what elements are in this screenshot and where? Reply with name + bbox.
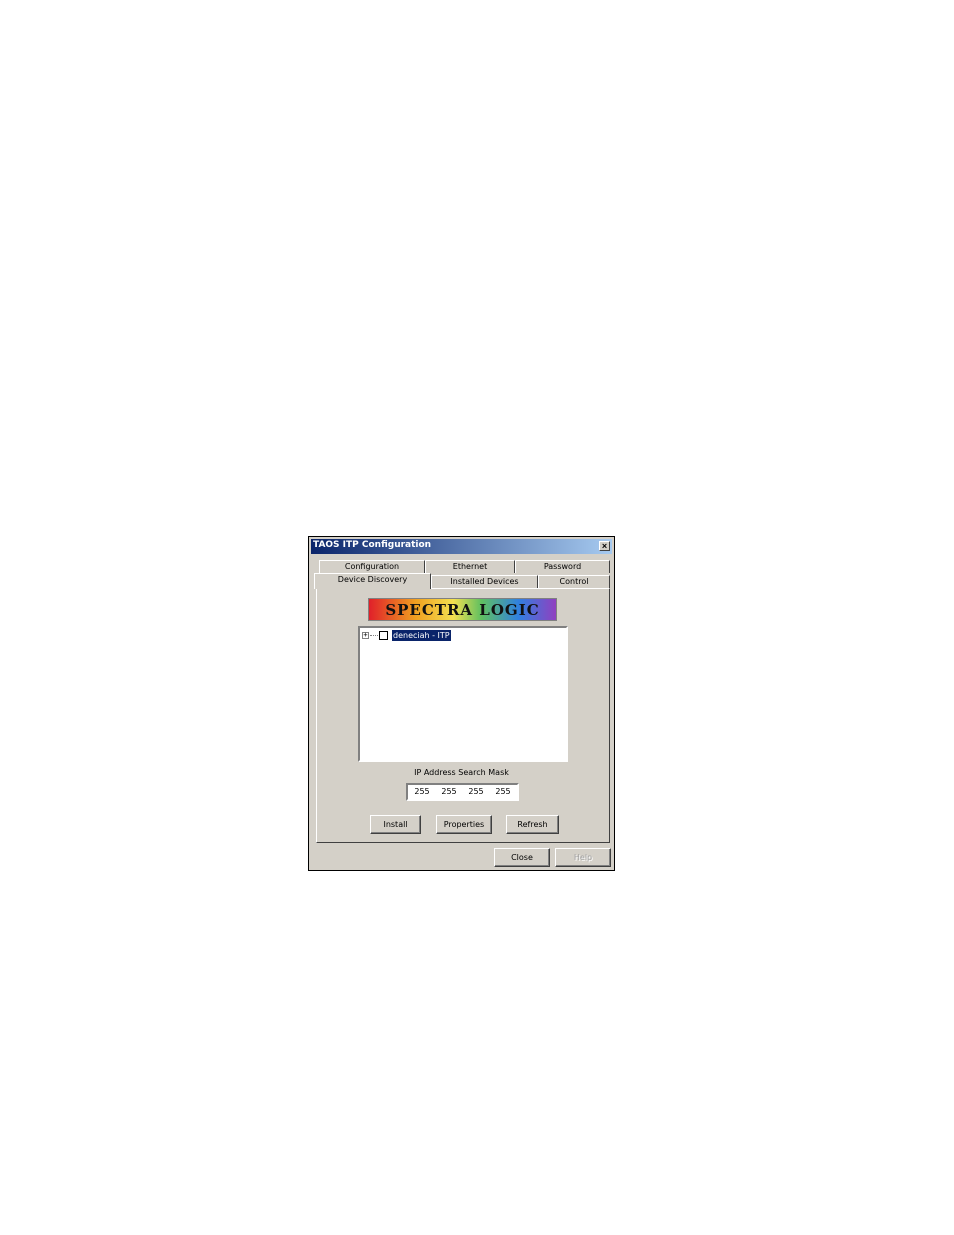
tab-device-discovery[interactable]: Device Discovery xyxy=(314,573,431,589)
tab-control[interactable]: Control xyxy=(538,575,610,588)
tab-installed-devices[interactable]: Installed Devices xyxy=(431,575,538,588)
configuration-dialog: TAOS ITP Configuration × Configuration E… xyxy=(308,536,615,871)
device-discovery-panel xyxy=(316,588,610,843)
tab-ethernet[interactable]: Ethernet xyxy=(425,560,515,573)
window-title: TAOS ITP Configuration xyxy=(313,540,432,550)
close-icon[interactable]: × xyxy=(599,541,610,551)
tab-password[interactable]: Password xyxy=(515,560,610,573)
title-bar[interactable]: TAOS ITP Configuration × xyxy=(311,539,612,554)
close-button[interactable]: Close xyxy=(494,848,550,867)
tab-configuration[interactable]: Configuration xyxy=(319,560,425,573)
help-button[interactable]: Help xyxy=(555,848,611,867)
